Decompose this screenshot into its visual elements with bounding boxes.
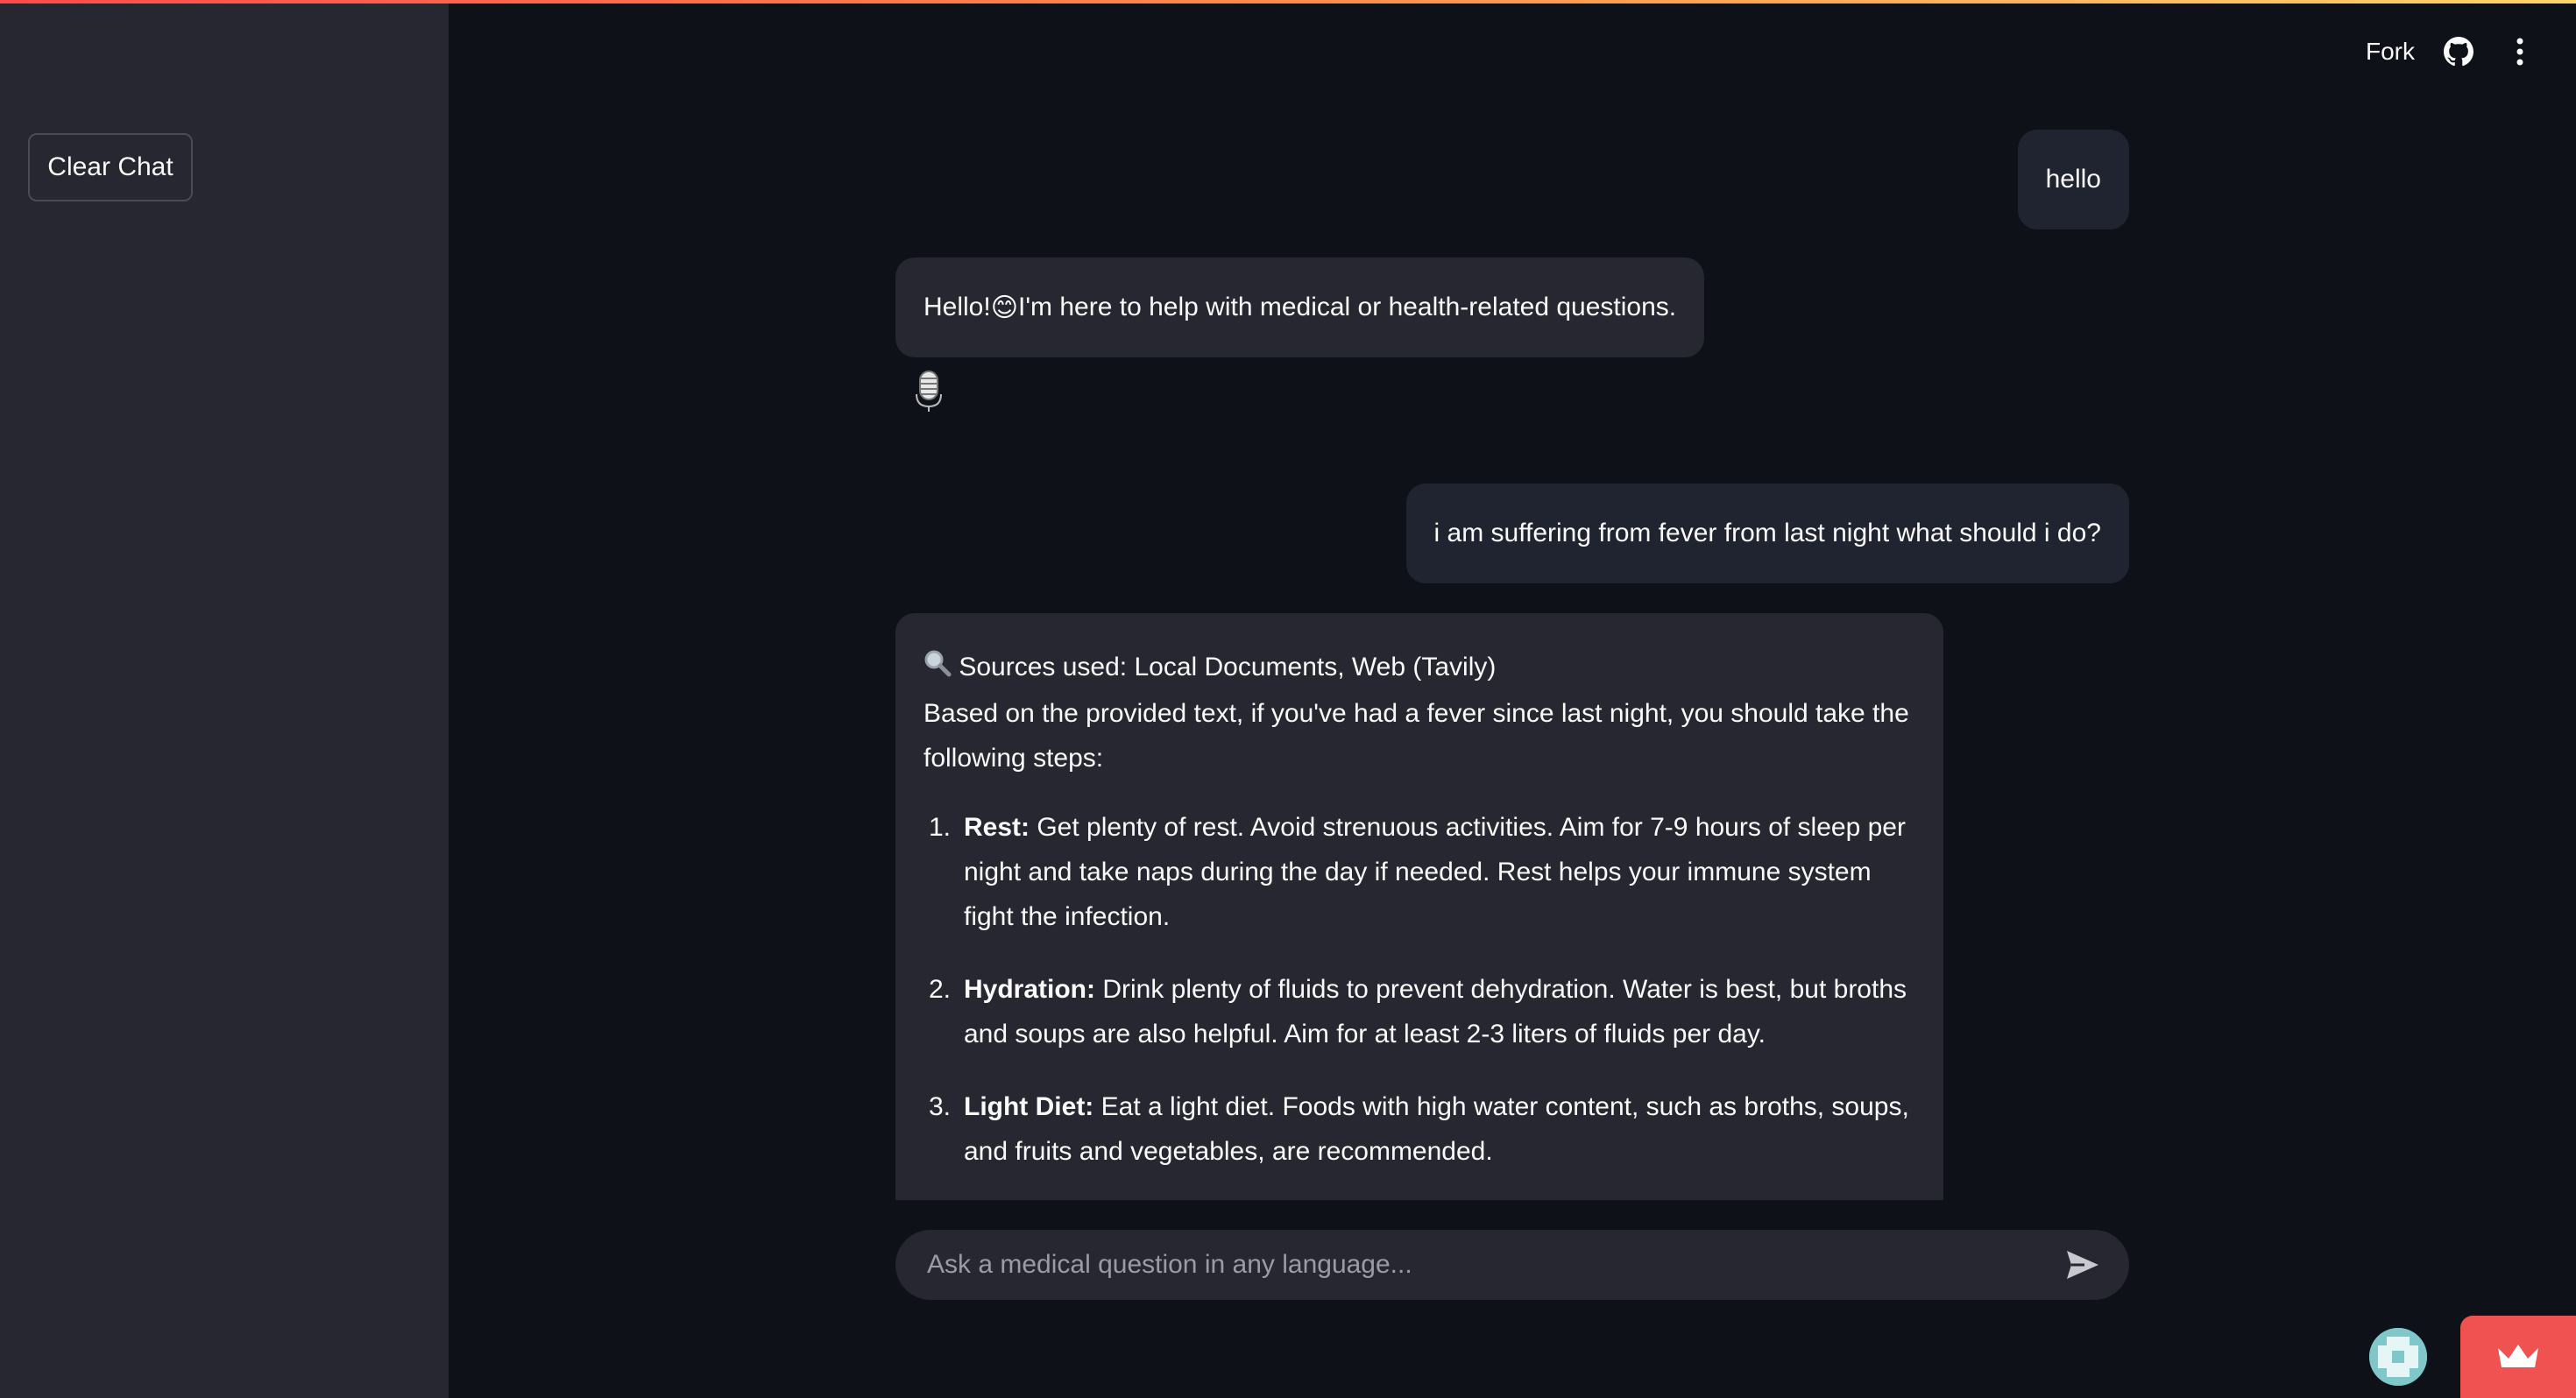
list-item: 2. Hydration: Drink plenty of fluids to … [924, 967, 1912, 1056]
list-item-title: Hydration: [964, 975, 1095, 1004]
list-item-text: Get plenty of rest. Avoid strenuous acti… [964, 813, 1906, 931]
list-item-title: Light Diet: [964, 1092, 1094, 1121]
app-root: Clear Chat Fork hello Hello! 😊 I'm here … [0, 0, 2576, 1398]
list-item-number: 3. [929, 1092, 952, 1121]
smile-emoji: 😊 [990, 293, 1018, 322]
sidebar: Clear Chat [0, 0, 449, 1398]
sources-text: Sources used: Local Documents, Web (Tavi… [959, 653, 1497, 681]
avatar[interactable] [2369, 1328, 2427, 1386]
list-item-text: Drink plenty of fluids to prevent dehydr… [964, 975, 1907, 1048]
clear-chat-button[interactable]: Clear Chat [28, 133, 193, 201]
chat-input[interactable] [925, 1249, 2063, 1281]
user-message: hello [2017, 130, 2129, 229]
top-decoration-stripe [0, 0, 2576, 4]
list-item-number: 1. [929, 813, 952, 842]
kebab-menu-icon[interactable] [2502, 34, 2537, 69]
user-message: i am suffering from fever from last nigh… [1405, 484, 2129, 583]
chat-input-bar [895, 1230, 2129, 1300]
sources-line: Sources used: Local Documents, Web (Tavi… [924, 645, 1912, 691]
assistant-message-text: I'm here to help with medical or health-… [1017, 293, 1677, 321]
fork-button[interactable]: Fork [2366, 38, 2415, 66]
user-message-text: hello [2045, 165, 2101, 194]
assistant-message: Sources used: Local Documents, Web (Tavi… [895, 613, 1943, 1200]
list-item: 3. Light Diet: Eat a light diet. Foods w… [924, 1084, 1912, 1174]
list-item-number: 2. [929, 975, 952, 1004]
chat-area: hello Hello! 😊 I'm here to help with med… [895, 0, 2129, 1200]
list-item-title: Rest: [964, 813, 1030, 842]
crown-icon[interactable] [2460, 1316, 2576, 1398]
list-item: 1. Rest: Get plenty of rest. Avoid stren… [924, 805, 1912, 939]
assistant-intro-text: Based on the provided text, if you've ha… [924, 699, 1909, 773]
github-icon[interactable] [2441, 34, 2476, 69]
top-toolbar: Fork [2366, 30, 2537, 74]
send-icon[interactable] [2063, 1245, 2103, 1285]
user-message-text: i am suffering from fever from last nigh… [1433, 519, 2101, 547]
magnifier-icon [924, 646, 952, 691]
assistant-message: Hello! 😊 I'm here to help with medical o… [895, 258, 1705, 357]
assistant-message-prefix: Hello! [924, 293, 991, 321]
microphone-icon[interactable] [911, 370, 946, 413]
list-item-text: Eat a light diet. Foods with high water … [964, 1092, 1909, 1166]
steps-list: 1. Rest: Get plenty of rest. Avoid stren… [924, 805, 1912, 1174]
